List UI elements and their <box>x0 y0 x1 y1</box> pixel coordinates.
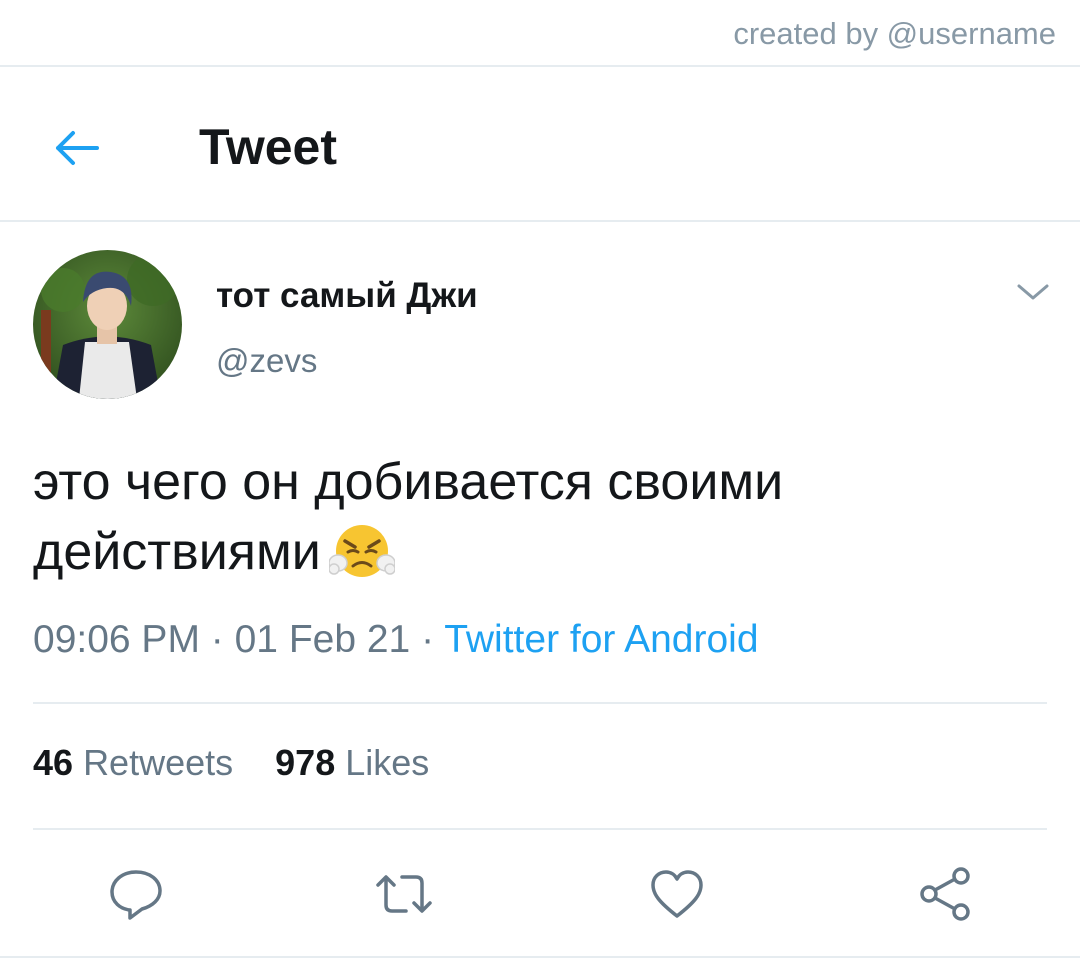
tweet-text-line: это чего он добивается своими <box>33 453 784 511</box>
author-handle[interactable]: @zevs <box>216 342 317 380</box>
like-icon <box>651 870 703 918</box>
tweet-text-segment: действиями <box>33 523 321 581</box>
avatar-image <box>33 250 182 399</box>
tweet-stats: 46 Retweets 978 Likes <box>33 742 461 784</box>
meta-divider <box>33 702 1047 704</box>
share-icon <box>920 867 970 921</box>
like-button[interactable] <box>645 862 709 926</box>
top-divider <box>0 65 1080 67</box>
tweet-text-line: действиями <box>33 517 1043 599</box>
likes-label: Likes <box>345 742 430 783</box>
meta-separator: · <box>199 618 235 661</box>
meta-separator: · <box>410 618 445 661</box>
retweet-icon <box>376 875 432 913</box>
tweet-date[interactable]: 01 Feb 21 <box>235 618 411 661</box>
creator-credit: created by @username <box>733 16 1056 51</box>
stats-divider <box>33 828 1047 830</box>
tweet-menu-button[interactable] <box>1010 276 1056 308</box>
back-arrow-icon <box>56 131 99 165</box>
chevron-down-icon <box>1017 284 1049 300</box>
page-title: Tweet <box>199 119 337 175</box>
avatar[interactable] <box>33 250 182 399</box>
bottom-divider <box>0 956 1080 958</box>
author-display-name[interactable]: тот самый Джи <box>216 276 478 316</box>
reply-icon <box>110 870 162 920</box>
back-button[interactable] <box>48 120 104 176</box>
retweets-count: 46 <box>33 742 74 783</box>
face-with-steam-from-nose-icon <box>328 519 396 599</box>
header-divider <box>0 220 1080 222</box>
reply-button[interactable] <box>104 862 168 926</box>
retweets-stat[interactable]: 46 Retweets <box>33 742 233 783</box>
retweets-label: Retweets <box>83 742 234 783</box>
retweet-button[interactable] <box>372 862 436 926</box>
tweet-text: это чего он добивается своими действиями <box>33 447 1043 599</box>
likes-count: 978 <box>275 742 336 783</box>
share-button[interactable] <box>913 862 977 926</box>
tweet-time: 09:06 PM <box>33 618 200 661</box>
likes-stat[interactable]: 978 Likes <box>275 742 429 783</box>
tweet-source-link[interactable]: Twitter for Android <box>444 618 758 661</box>
tweet-metadata: 09:06 PM · 01 Feb 21 · Twitter for Andro… <box>33 618 759 662</box>
